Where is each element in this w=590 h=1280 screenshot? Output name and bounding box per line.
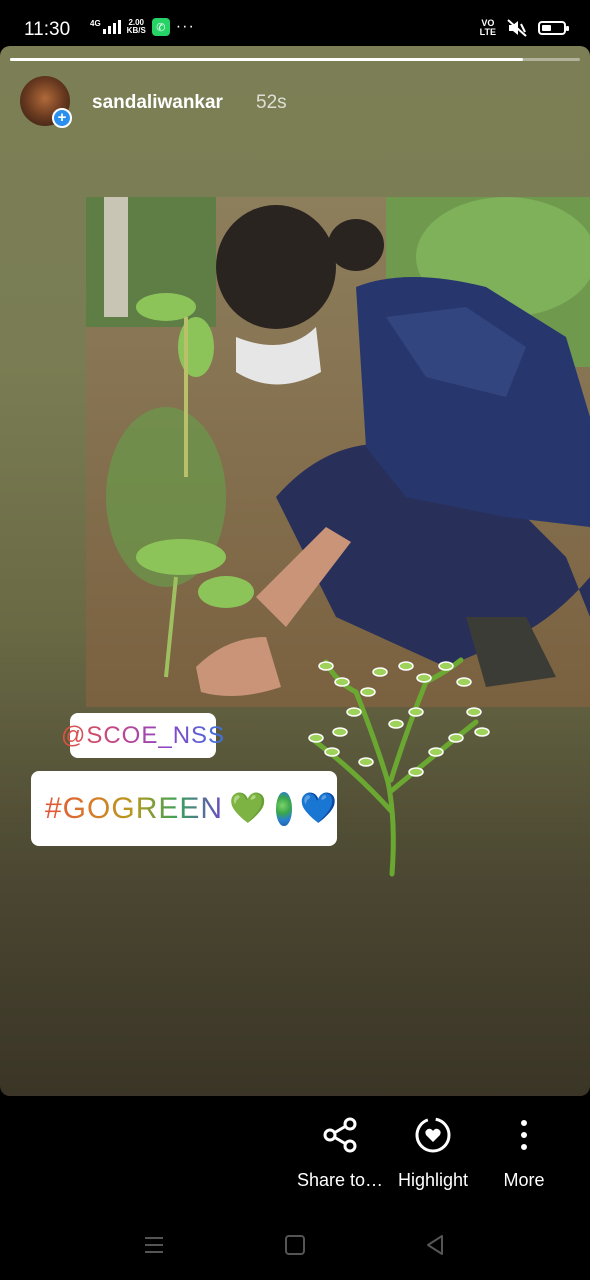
signal-icon: 4G: [90, 20, 121, 34]
more-notifications-icon: ···: [175, 18, 195, 35]
battery-icon: [538, 21, 569, 35]
back-icon[interactable]: [420, 1230, 450, 1260]
share-to-label: Share to…: [296, 1170, 384, 1190]
mention-text: @SCOE_NSS: [60, 721, 226, 749]
story-viewer[interactable]: + sandaliwankar 52s @SCOE_NSS #GOGREEN 💚…: [0, 46, 590, 1096]
network-type: 4G: [90, 19, 101, 28]
home-icon[interactable]: [280, 1230, 310, 1260]
more-vertical-icon: [521, 1120, 527, 1150]
more-button[interactable]: More: [494, 1116, 554, 1191]
hashtag-text: #GOGREEN: [45, 791, 224, 825]
menu-icon[interactable]: [139, 1230, 169, 1260]
volte-icon: VO LTE: [479, 18, 496, 37]
green-heart-icon: 💚: [229, 792, 267, 825]
globe-icon: [276, 791, 292, 826]
story-progress-bar: [10, 58, 580, 61]
status-time: 11:30: [24, 19, 71, 40]
data-speed: 2.00 KB/S: [126, 18, 146, 35]
system-nav-bar: [0, 1210, 590, 1280]
status-right-icons: VO LTE: [479, 18, 569, 38]
share-icon: [323, 1117, 357, 1153]
share-to-button[interactable]: Share to…: [296, 1116, 384, 1191]
highlight-button[interactable]: Highlight: [390, 1116, 476, 1191]
story-time-ago: 52s: [256, 92, 287, 113]
highlight-label: Highlight: [397, 1170, 469, 1190]
story-username[interactable]: sandaliwankar: [92, 92, 223, 114]
mute-vibrate-icon: [507, 19, 527, 37]
story-actions: Share to… Highlight More: [0, 1096, 590, 1216]
add-story-icon[interactable]: +: [52, 108, 72, 128]
highlight-icon: [415, 1117, 451, 1153]
more-label: More: [503, 1170, 545, 1190]
tree-sticker[interactable]: [296, 652, 500, 878]
mention-sticker[interactable]: @SCOE_NSS: [61, 713, 224, 758]
story-photo: [86, 197, 590, 707]
status-bar: 11:30 4G 2.00 KB/S ✆ ··· VO LTE: [0, 0, 590, 46]
status-left-icons: 4G 2.00 KB/S ✆ ···: [90, 18, 195, 36]
whatsapp-icon: ✆: [151, 18, 170, 36]
hashtag-sticker[interactable]: #GOGREEN 💚 💙: [31, 771, 337, 846]
